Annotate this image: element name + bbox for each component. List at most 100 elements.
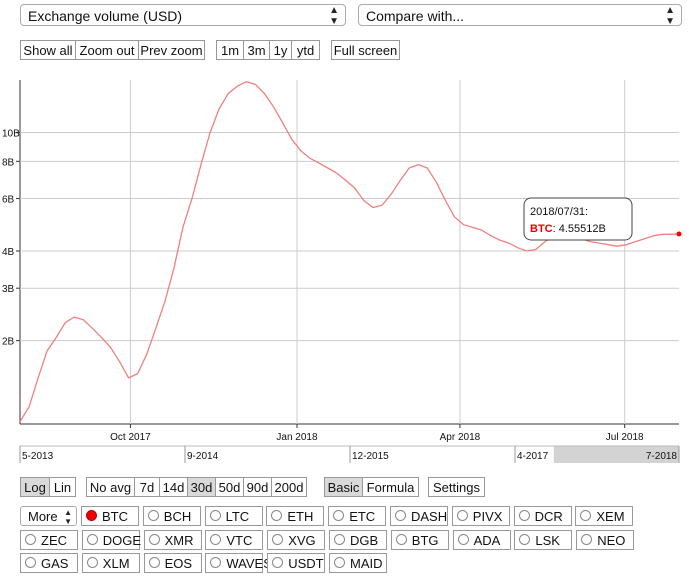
coin-label: ETC [349,509,376,524]
coin-label: XVG [288,533,316,548]
radio-icon[interactable] [148,557,160,568]
coin-waves-option[interactable]: WAVES [205,553,272,573]
more-select-value: More [28,509,58,524]
avg-none-button[interactable]: No avg [87,478,135,496]
volume-chart[interactable]: 2B 3B 4B 6B 8B 10B Oct 2017 Jan 2018 Apr 2018 Ju… [0,72,689,465]
radio-icon[interactable] [333,510,345,521]
coin-xem-option[interactable]: XEM [575,506,634,526]
radio-icon[interactable] [210,534,222,545]
coin-label: NEO [597,533,626,548]
radio-icon[interactable] [580,510,592,521]
radio-icon[interactable] [334,534,345,545]
radio-icon[interactable] [395,510,406,521]
coin-maid-option[interactable]: MAID [329,553,387,573]
navigator-label: 4-2017 [517,451,549,462]
coin-lsk-option[interactable]: LSK [514,530,573,550]
coin-label: LTC [225,509,250,524]
x-axis: Oct 2017 Jan 2018 Apr 2018 Jul 2018 [110,424,644,443]
navigator-label: 5-2013 [22,451,54,462]
radio-icon[interactable] [147,510,159,521]
range-navigator[interactable]: 5-2013 9-2014 12-2015 4-2017 7-2018 [19,445,680,463]
mode-basic-button[interactable]: Basic [325,478,363,496]
y-tick-label: 3B [2,284,15,295]
x-tick-label: Jul 2018 [606,432,644,443]
avg-button-group: No avg 7d 14d 30d 50d 90d 200d [86,477,307,497]
mode-button-group: Basic Formula [324,477,419,497]
zoom-button-group: Show all Zoom out Prev zoom [20,40,205,60]
coin-xvg-option[interactable]: XVG [267,530,326,550]
radio-icon[interactable] [271,510,283,521]
settings-button[interactable]: Settings [428,477,485,497]
coin-ltc-option[interactable]: LTC [204,506,263,526]
coin-usdt-option[interactable]: USDT [267,553,326,573]
coin-gas-option[interactable]: GAS [20,553,78,573]
x-tick-label: Jan 2018 [276,432,318,443]
mode-formula-button[interactable]: Formula [363,478,418,496]
more-select[interactable]: More ▲ ▼ [20,506,77,526]
coin-doge-option[interactable]: DOGE [81,530,141,550]
coin-label: MAID [350,556,383,571]
radio-icon[interactable] [86,557,98,568]
scale-log-button[interactable]: Log [21,478,50,496]
svg-text:BTC: 4.55512B: BTC: 4.55512B [530,223,606,235]
coin-xlm-option[interactable]: XLM [81,553,140,573]
y-tick-label: 8B [2,157,15,168]
radio-icon[interactable] [210,557,222,568]
avg-200d-button[interactable]: 200d [272,478,306,496]
range-button-group: 1m 3m 1y ytd [216,40,320,60]
range-1m-button[interactable]: 1m [217,41,244,59]
radio-icon[interactable] [519,534,531,545]
coin-dgb-option[interactable]: DGB [329,530,387,550]
radio-icon[interactable] [581,534,593,545]
range-ytd-button[interactable]: ytd [292,41,319,59]
coin-pivx-option[interactable]: PIVX [451,506,510,526]
radio-icon[interactable] [86,510,97,521]
coin-dcr-option[interactable]: DCR [513,506,572,526]
full-screen-button[interactable]: Full screen [331,40,400,60]
radio-icon[interactable] [272,534,284,545]
radio-icon[interactable] [86,534,98,545]
radio-icon[interactable] [25,534,36,545]
radio-icon[interactable] [518,510,530,521]
navigator-label: 7-2018 [646,451,678,462]
coin-vtc-option[interactable]: VTC [205,530,264,550]
coin-xmr-option[interactable]: XMR [143,530,202,550]
scale-lin-button[interactable]: Lin [50,478,75,496]
radio-icon[interactable] [25,557,36,568]
metric-select-value: Exchange volume (USD) [28,8,183,24]
coin-dash-option[interactable]: DASH [390,506,448,526]
coin-neo-option[interactable]: NEO [576,530,635,550]
zoom-out-button[interactable]: Zoom out [76,41,139,59]
coin-etc-option[interactable]: ETC [328,506,387,526]
metric-select[interactable]: Exchange volume (USD) ▲ ▼ [20,4,346,27]
avg-50d-button[interactable]: 50d [216,478,244,496]
compare-select[interactable]: Compare with... ▲ ▼ [358,4,682,27]
coin-eos-option[interactable]: EOS [143,553,202,573]
coin-bch-option[interactable]: BCH [142,506,201,526]
x-tick-label: Oct 2017 [110,432,151,443]
coin-zec-option[interactable]: ZEC [20,530,78,550]
avg-7d-button[interactable]: 7d [135,478,160,496]
range-1y-button[interactable]: 1y [270,41,292,59]
range-3m-button[interactable]: 3m [244,41,270,59]
coin-eth-option[interactable]: ETH [266,506,325,526]
radio-icon[interactable] [456,510,468,521]
coin-btc-option[interactable]: BTC [81,506,139,526]
coin-label: XMR [164,533,194,548]
prev-zoom-button[interactable]: Prev zoom [139,41,204,59]
show-all-button[interactable]: Show all [21,41,76,59]
coin-label: XLM [102,556,130,571]
radio-icon[interactable] [457,534,469,545]
radio-icon[interactable] [148,534,160,545]
radio-icon[interactable] [209,510,221,521]
radio-icon[interactable] [272,557,284,568]
avg-30d-button[interactable]: 30d [188,478,216,496]
avg-90d-button[interactable]: 90d [244,478,272,496]
avg-14d-button[interactable]: 14d [160,478,188,496]
coin-label: GAS [41,556,69,571]
coin-label: DGB [350,533,379,548]
coin-btg-option[interactable]: BTG [390,530,449,550]
coin-ada-option[interactable]: ADA [452,530,511,550]
radio-icon[interactable] [334,557,345,568]
radio-icon[interactable] [395,534,407,545]
